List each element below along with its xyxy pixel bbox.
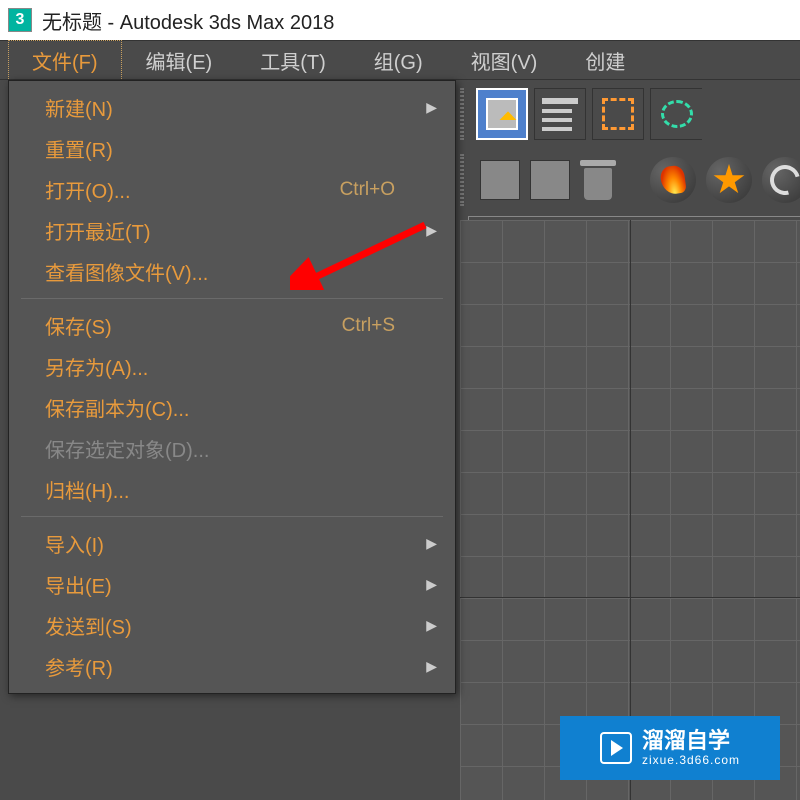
menu-send-to[interactable]: 发送到(S) ▶ <box>9 605 455 646</box>
menu-label: 打开最近(T) <box>45 216 151 245</box>
menu-label: 导出(E) <box>45 570 112 599</box>
watermark: 溜溜自学 zixue.3d66.com <box>560 716 780 780</box>
toolbar-divider <box>460 154 464 206</box>
menu-separator <box>21 516 443 517</box>
submenu-arrow-icon: ▶ <box>426 535 437 552</box>
burst-icon <box>713 164 745 196</box>
list-lines-icon <box>542 98 578 131</box>
lasso-select-button[interactable] <box>650 88 702 140</box>
menu-save[interactable]: 保存(S) Ctrl+S <box>9 305 455 346</box>
watermark-url: zixue.3d66.com <box>642 754 740 767</box>
app-icon: 3 <box>8 8 32 32</box>
menu-create[interactable]: 创建 <box>561 40 649 81</box>
shortcut-label: Ctrl+O <box>340 179 395 201</box>
toolbar-divider <box>460 88 464 140</box>
dashed-rectangle-icon <box>602 98 634 130</box>
toolbar <box>460 80 800 220</box>
menu-label: 新建(N) <box>45 93 113 122</box>
menu-archive[interactable]: 归档(H)... <box>9 469 455 510</box>
menu-save-copy-as[interactable]: 保存副本为(C)... <box>9 387 455 428</box>
submenu-arrow-icon: ▶ <box>426 576 437 593</box>
menu-reference[interactable]: 参考(R) ▶ <box>9 646 455 687</box>
select-tool-button[interactable] <box>476 88 528 140</box>
window-title: 无标题 - Autodesk 3ds Max 2018 <box>42 6 334 35</box>
menu-label: 打开(O)... <box>45 175 131 204</box>
menu-open[interactable]: 打开(O)... Ctrl+O <box>9 169 455 210</box>
menu-save-selected: 保存选定对象(D)... <box>9 428 455 469</box>
menu-new[interactable]: 新建(N) ▶ <box>9 87 455 128</box>
menu-label: 保存副本为(C)... <box>45 393 189 422</box>
menu-save-as[interactable]: 另存为(A)... <box>9 346 455 387</box>
submenu-arrow-icon: ▶ <box>426 99 437 116</box>
titlebar: 3 无标题 - Autodesk 3ds Max 2018 <box>0 0 800 40</box>
menu-label: 保存选定对象(D)... <box>45 434 209 463</box>
swirl-icon <box>765 160 800 201</box>
selection-cursor-icon <box>486 98 518 130</box>
fire-effect-button[interactable] <box>650 157 696 203</box>
vortex-effect-button[interactable] <box>762 157 800 203</box>
submenu-arrow-icon: ▶ <box>426 658 437 675</box>
object-button-2[interactable] <box>530 160 570 200</box>
explosion-effect-button[interactable] <box>706 157 752 203</box>
trash-icon[interactable] <box>580 160 616 200</box>
menu-view[interactable]: 视图(V) <box>447 40 562 81</box>
play-icon <box>600 732 632 764</box>
menu-open-recent[interactable]: 打开最近(T) ▶ <box>9 210 455 251</box>
viewport-grid <box>460 220 800 800</box>
menu-label: 保存(S) <box>45 311 112 340</box>
menu-label: 发送到(S) <box>45 611 132 640</box>
menubar: 文件(F) 编辑(E) 工具(T) 组(G) 视图(V) 创建 <box>0 40 800 80</box>
menu-view-image-file[interactable]: 查看图像文件(V)... <box>9 251 455 292</box>
menu-label: 查看图像文件(V)... <box>45 257 208 286</box>
select-by-name-button[interactable] <box>534 88 586 140</box>
flame-icon <box>659 164 687 195</box>
menu-label: 归档(H)... <box>45 475 129 504</box>
submenu-arrow-icon: ▶ <box>426 617 437 634</box>
menu-reset[interactable]: 重置(R) <box>9 128 455 169</box>
lasso-icon <box>661 100 693 128</box>
menu-label: 重置(R) <box>45 134 113 163</box>
rectangular-select-button[interactable] <box>592 88 644 140</box>
menu-group[interactable]: 组(G) <box>350 40 447 81</box>
menu-file[interactable]: 文件(F) <box>8 40 122 81</box>
shortcut-label: Ctrl+S <box>342 315 395 337</box>
menu-separator <box>21 298 443 299</box>
viewport[interactable] <box>460 220 800 800</box>
submenu-arrow-icon: ▶ <box>426 222 437 239</box>
object-button[interactable] <box>480 160 520 200</box>
watermark-title: 溜溜自学 <box>642 729 740 753</box>
menu-edit[interactable]: 编辑(E) <box>122 40 237 81</box>
menu-label: 导入(I) <box>45 529 104 558</box>
menu-label: 参考(R) <box>45 652 113 681</box>
menu-export[interactable]: 导出(E) ▶ <box>9 564 455 605</box>
file-dropdown-menu: 新建(N) ▶ 重置(R) 打开(O)... Ctrl+O 打开最近(T) ▶ … <box>8 80 456 694</box>
menu-tools[interactable]: 工具(T) <box>236 40 350 81</box>
menu-label: 另存为(A)... <box>45 352 148 381</box>
menu-import[interactable]: 导入(I) ▶ <box>9 523 455 564</box>
